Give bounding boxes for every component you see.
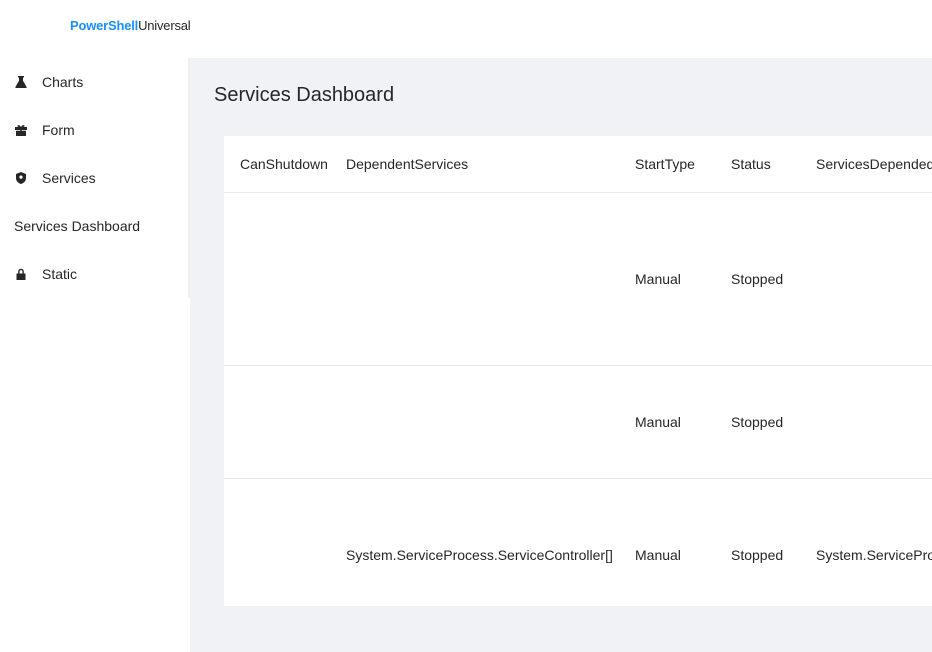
sidebar-item-services[interactable]: Services (0, 158, 188, 198)
services-table: CanShutdown DependentServices StartType … (224, 136, 932, 606)
table-cell-status: Stopped (731, 271, 784, 287)
sidebar-item-services-dashboard[interactable]: Services Dashboard (0, 206, 188, 246)
sidebar-item-label: Form (42, 122, 75, 138)
sidebar-item-static[interactable]: Static (0, 254, 188, 294)
page-title: Services Dashboard (214, 84, 395, 106)
main-content: Services Dashboard CanShutdown Dependent… (190, 58, 932, 652)
gift-icon (14, 123, 28, 137)
table-divider (224, 478, 932, 479)
table-cell-starttype: Manual (635, 271, 681, 287)
column-header-status[interactable]: Status (731, 156, 771, 172)
lock-icon (14, 267, 28, 281)
table-cell-starttype: Manual (635, 547, 681, 563)
sidebar: Charts Form Services Services Dashboard … (0, 58, 190, 652)
flask-icon (14, 75, 28, 89)
table-cell-starttype: Manual (635, 414, 681, 430)
column-header-dependentservices[interactable]: DependentServices (346, 156, 468, 172)
column-header-starttype[interactable]: StartType (635, 156, 695, 172)
sidebar-item-label: Services (42, 170, 96, 186)
table-divider (224, 192, 932, 193)
table-cell-status: Stopped (731, 547, 784, 563)
sidebar-item-label: Static (42, 266, 78, 282)
table-cell-servicesdependedon: System.ServicePro (816, 547, 932, 563)
table-divider (224, 365, 932, 366)
logo-rest-text: Universal (138, 18, 191, 33)
sidebar-item-label: Charts (42, 74, 84, 90)
table-cell-dependentservices: System.ServiceProcess.ServiceController[… (346, 547, 613, 563)
app-logo[interactable]: PowerShellUniversal (70, 18, 191, 33)
logo-brand-text: PowerShell (70, 18, 139, 33)
sidebar-item-form[interactable]: Form (0, 110, 188, 150)
sidebar-item-charts[interactable]: Charts (0, 62, 188, 102)
column-header-canshutdown[interactable]: CanShutdown (240, 156, 328, 172)
app-header: PowerShellUniversal (0, 0, 932, 58)
sidebar-item-label: Services Dashboard (14, 218, 141, 234)
shield-icon (14, 171, 28, 185)
table-cell-status: Stopped (731, 414, 784, 430)
column-header-servicesdependedon[interactable]: ServicesDepended (816, 156, 932, 172)
